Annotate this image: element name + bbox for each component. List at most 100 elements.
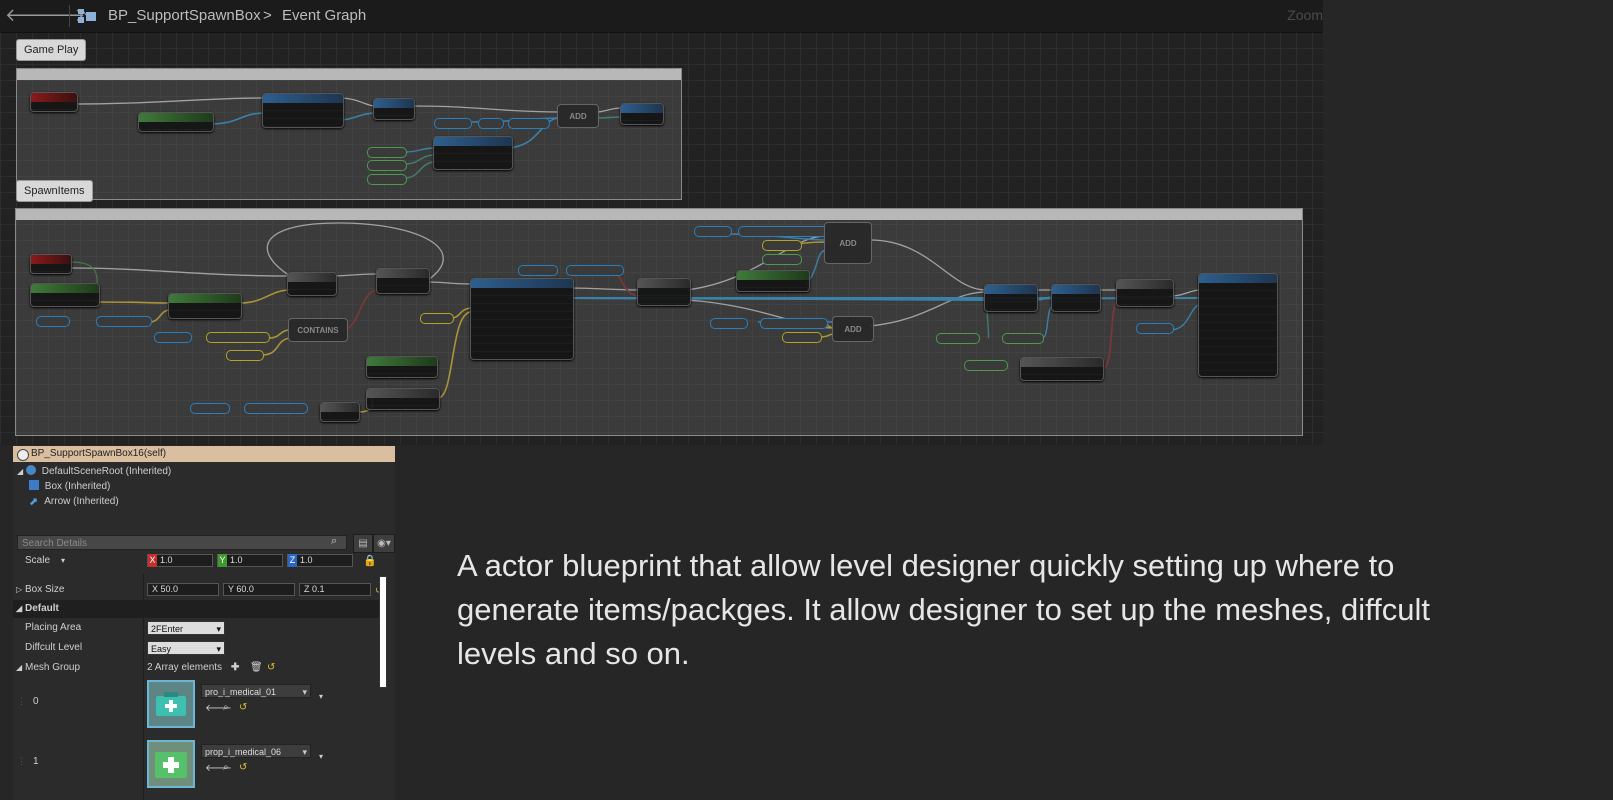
component-root-self[interactable]: BP_SupportSpawnBox16(self) [13, 446, 395, 462]
target-pill-1[interactable] [478, 118, 504, 129]
target-pill-6[interactable] [760, 318, 828, 329]
forward-arrow-icon[interactable]: 🡒 [37, 6, 85, 26]
custom-event-spawn-node[interactable] [30, 254, 72, 274]
comment-tag-spawnitems[interactable]: SpawnItems [16, 180, 93, 202]
comment-tag-gameplay[interactable]: Game Play [16, 39, 87, 61]
self-pill-2[interactable] [1136, 323, 1174, 334]
box-size-z-field[interactable]: Z 0.1 [299, 583, 371, 596]
visibility-eye-icon[interactable]: ◉▾ [373, 534, 395, 553]
get-actor-rotation-node-2[interactable] [736, 270, 810, 292]
make-vector-node[interactable] [320, 402, 360, 422]
self-ref-pill-4[interactable] [518, 265, 558, 276]
box-size-y-field[interactable]: Y 60.0 [223, 583, 295, 596]
get-location-pill-4[interactable] [782, 332, 822, 343]
reset-to-default-icon[interactable]: ↺ [239, 762, 247, 773]
mesh-asset-dropdown[interactable]: prop_i_medical_06 [201, 744, 311, 759]
drag-handle-icon[interactable]: ⋮ [17, 696, 26, 707]
add-node-3[interactable]: ADD [832, 316, 874, 342]
scale-y-field[interactable]: Y 1.0 [217, 554, 283, 567]
breadcrumb-graph[interactable]: Event Graph [282, 7, 366, 24]
comment-box-spawnitems[interactable] [15, 208, 1303, 436]
placing-area-pill[interactable] [367, 160, 407, 171]
medical-kit-thumbnail[interactable] [147, 680, 195, 728]
reset-to-default-icon[interactable]: ↺ [239, 702, 247, 713]
breadcrumb-blueprint[interactable]: BP_SupportSpawnBox [108, 7, 261, 24]
search-details-input[interactable]: Search Details [17, 535, 347, 550]
branch-node-3[interactable] [1116, 279, 1174, 307]
collapse-arrow-icon[interactable]: ◢ [16, 659, 22, 677]
get-location-pill-3[interactable] [762, 240, 802, 251]
placing-area-dropdown[interactable]: 2FEnter [147, 621, 225, 636]
select-enum-node[interactable] [1020, 357, 1104, 381]
make-transform-node[interactable] [366, 388, 440, 410]
component-default-scene-root[interactable]: ◢ DefaultSceneRoot (Inherited) [17, 464, 171, 479]
scale-label[interactable]: Scale [25, 552, 50, 570]
trash-icon[interactable]: 🗑 [250, 659, 263, 677]
set-which-area-node[interactable] [984, 284, 1038, 312]
target-location-pill[interactable] [206, 332, 270, 343]
tree-collapse-icon[interactable]: ◢ [17, 467, 23, 476]
target-pill-4[interactable] [566, 265, 624, 276]
set-mesh-group-node[interactable] [1051, 284, 1101, 312]
target-pill-2[interactable] [96, 316, 152, 327]
self-ref-pill-5[interactable] [694, 226, 732, 237]
self-ref-pill-2[interactable] [154, 332, 192, 343]
property-matrix-icon[interactable]: ▤ [353, 534, 373, 553]
category-default[interactable]: ◢ Default [13, 600, 385, 618]
make-data-spawnarea-node[interactable] [433, 136, 513, 170]
support-area-pill[interactable] [508, 118, 550, 129]
self-ref-pill-1[interactable] [434, 118, 472, 129]
get-location-pill-2[interactable] [420, 313, 454, 324]
expand-arrow-icon[interactable]: ▷ [16, 581, 22, 599]
box-size-x-field[interactable]: X 50.0 [147, 583, 219, 596]
browse-search-icon[interactable]: ⌕ [223, 762, 229, 773]
add-element-icon[interactable]: ✚ [231, 659, 239, 677]
self-ref-pill-3[interactable] [190, 403, 230, 414]
scale-dropdown-icon[interactable]: ▾ [61, 552, 65, 570]
scale-z-field[interactable]: Z 1.0 [287, 554, 353, 567]
placing-area-pill-3[interactable] [964, 360, 1008, 371]
attach-to-actor-node[interactable] [1198, 273, 1278, 377]
blueprint-graph-canvas[interactable]: Game Play SpawnItems ADD CONTAINS ADD AD [0, 0, 1323, 445]
add-node-2[interactable]: ADD [824, 222, 872, 264]
mesh-asset-dropdown[interactable]: pro_i_medical_01 [201, 684, 311, 699]
difficult-level-pill[interactable] [367, 174, 407, 185]
comment-box-gameplay[interactable] [16, 68, 682, 200]
get-player-pawn-node[interactable] [138, 112, 214, 132]
difficult-level-dropdown[interactable]: Easy [147, 641, 225, 656]
collapse-arrow-icon[interactable]: ◢ [16, 600, 22, 618]
target-pill-3[interactable] [244, 403, 308, 414]
contains-node[interactable]: CONTAINS [288, 318, 348, 342]
get-location-pill[interactable] [226, 350, 264, 361]
component-arrow[interactable]: ⬈ Arrow (Inherited) [29, 494, 119, 509]
spawn-actor-node[interactable] [470, 278, 574, 360]
back-arrow-icon[interactable]: 🡐 [5, 6, 53, 26]
get-actor-location-node[interactable] [30, 283, 100, 307]
cast-to-character-node[interactable] [262, 93, 344, 128]
reset-to-default-icon[interactable]: ↺ [267, 659, 275, 677]
self-pill[interactable] [367, 147, 407, 158]
get-actor-rotation-node[interactable] [366, 356, 438, 378]
scale-x-field[interactable]: X 1.0 [147, 554, 213, 567]
box-pill[interactable] [36, 316, 70, 327]
set-variable-node-2[interactable] [620, 103, 664, 125]
branch-node-1[interactable] [376, 268, 430, 294]
element-options-dropdown-icon[interactable]: ▾ [319, 752, 323, 761]
add-node-1[interactable]: ADD [557, 104, 599, 128]
set-variable-node-1[interactable] [373, 98, 415, 120]
placing-area-pill-2[interactable] [936, 333, 980, 344]
target-pill-5[interactable] [738, 226, 830, 237]
branch-node-2[interactable] [637, 278, 691, 306]
browse-search-icon[interactable]: ⌕ [223, 702, 229, 713]
lock-icon[interactable]: 🔒 [363, 552, 377, 570]
random-point-in-box-node[interactable] [168, 293, 242, 319]
mesh-group-pill[interactable] [762, 254, 802, 265]
event-beginplay-node[interactable] [30, 92, 78, 112]
component-box[interactable]: Box (Inherited) [29, 479, 110, 494]
drag-handle-icon[interactable]: ⋮ [17, 756, 26, 767]
self-ref-pill-6[interactable] [710, 318, 748, 329]
mesh-group-pill-2[interactable] [1002, 333, 1044, 344]
element-options-dropdown-icon[interactable]: ▾ [319, 692, 323, 701]
medical-box-thumbnail[interactable] [147, 740, 195, 788]
set-location-node[interactable] [287, 272, 337, 296]
